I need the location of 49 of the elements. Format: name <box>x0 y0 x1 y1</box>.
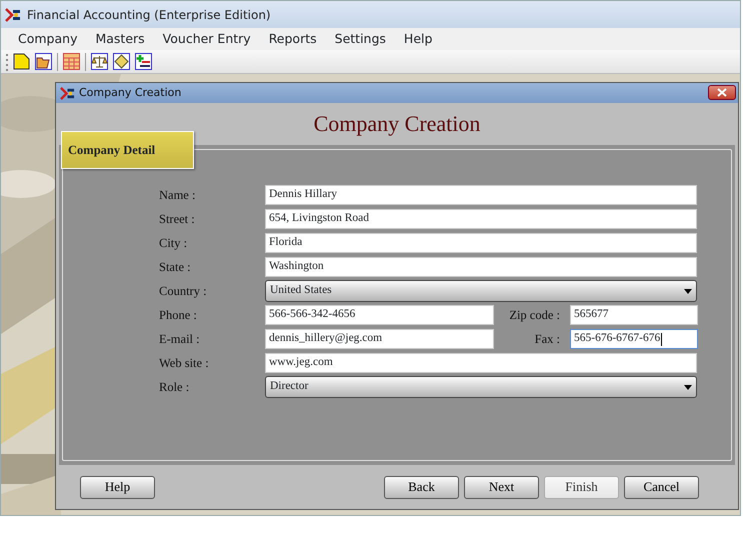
field-label: E-mail : <box>159 330 201 348</box>
toolbar-grip <box>5 52 8 70</box>
app-logo-icon <box>60 86 75 100</box>
new-file-icon[interactable] <box>13 53 30 70</box>
app-logo-icon <box>5 6 21 22</box>
dropdown[interactable]: United States <box>265 280 697 302</box>
field-label: Fax : <box>534 330 561 348</box>
menu-item[interactable]: Masters <box>86 30 154 48</box>
input-field[interactable]: 566-566-342-4656 <box>265 305 494 325</box>
field-label: State : <box>159 258 192 276</box>
input-field[interactable]: Florida <box>265 233 697 253</box>
input-field[interactable]: www.jeg.com <box>265 353 697 373</box>
menu-item[interactable]: Reports <box>260 30 326 48</box>
menu-item[interactable]: Company <box>9 30 86 48</box>
field-label: Country : <box>159 282 208 300</box>
field-label: Role : <box>159 378 190 396</box>
input-field[interactable]: 654, Livingston Road <box>265 209 697 229</box>
dropdown-arrow-icon <box>684 384 692 390</box>
menu-item[interactable]: Help <box>394 30 442 48</box>
field-label: Phone : <box>159 306 198 324</box>
menu-item[interactable]: Settings <box>326 30 395 48</box>
input-field[interactable]: 565677 <box>570 305 698 325</box>
dialog-button[interactable]: Cancel <box>624 476 699 498</box>
dropdown-arrow-icon <box>684 288 692 294</box>
field-label: Name : <box>159 186 196 204</box>
dialog-button[interactable]: Next <box>464 476 539 498</box>
menu-item[interactable]: Voucher Entry <box>154 30 260 48</box>
field-label: Street : <box>159 210 196 228</box>
window-title: Financial Accounting (Enterprise Edition) <box>27 6 271 24</box>
table-icon[interactable] <box>63 53 80 70</box>
field-label: Zip code : <box>508 306 561 324</box>
scales-icon[interactable] <box>91 53 108 70</box>
folder-icon[interactable] <box>35 53 52 70</box>
group-title: Company Detail <box>61 131 194 169</box>
input-field[interactable]: Washington <box>265 257 697 277</box>
note-icon[interactable] <box>113 53 130 70</box>
close-button[interactable] <box>708 85 736 100</box>
dialog-button[interactable]: Help <box>80 476 155 498</box>
input-field[interactable]: dennis_hillery@jeg.com <box>265 329 494 349</box>
field-label: Web site : <box>159 354 210 372</box>
close-icon <box>717 88 727 97</box>
dialog-heading: Company Creation <box>312 110 482 138</box>
dialog-title: Company Creation <box>79 84 182 101</box>
dialog-button[interactable]: Back <box>384 476 459 498</box>
input-field[interactable]: 565-676-6767-676 <box>570 329 698 349</box>
field-label: City : <box>159 234 188 252</box>
input-field[interactable]: Dennis Hillary <box>265 185 697 205</box>
dropdown[interactable]: Director <box>265 376 697 398</box>
add-remove-icon[interactable] <box>135 53 152 70</box>
